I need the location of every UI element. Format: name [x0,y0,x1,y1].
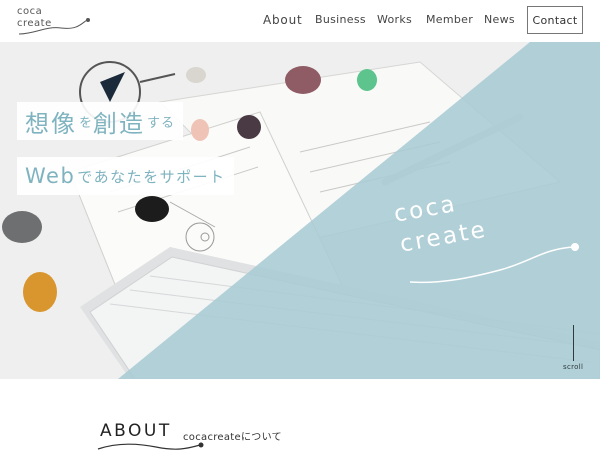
stone-icon [237,115,261,139]
nav-news-link[interactable]: News [484,13,515,26]
catch-particle-suru: する [147,115,176,131]
nav-business-link[interactable]: Business [315,13,366,26]
hero-section: 想像 を 創造 する Web であなたをサポート coca create scr… [0,42,600,379]
hero-background-photo [0,42,600,379]
hero-catchcopy-line1: 想像 を 創造 する [17,102,184,140]
catch-particle-wo: を [79,115,94,131]
hero-catchcopy-line2: Web であなたをサポート [17,157,234,195]
scroll-indicator[interactable]: scroll [563,325,583,375]
catch-word-souzou: 想像 [25,109,77,138]
stone-icon [285,66,321,94]
nav-about-link[interactable]: About [263,13,302,27]
site-header: coca create About Business Works Member … [0,0,600,42]
catch-word-web: Web [25,164,76,188]
stone-icon [23,272,57,312]
stone-icon [357,69,377,91]
nav-member-link[interactable]: Member [426,13,473,26]
about-wave-icon [97,442,204,450]
stone-icon [2,211,42,243]
stone-icon [186,67,206,83]
scroll-line [573,325,574,361]
contact-button[interactable]: Contact [527,6,583,34]
about-heading: ABOUT [100,421,172,441]
catch-word-souzou2: 創造 [93,109,146,138]
stone-icon [191,119,209,141]
stone-icon [135,196,169,222]
global-nav: About Business Works Member News Contact [0,0,600,42]
catch-phrase-support: であなたをサポート [77,167,226,186]
scroll-label: scroll [563,363,584,371]
about-section: ABOUT cocacreateについて [0,379,600,450]
nav-works-link[interactable]: Works [377,13,412,26]
